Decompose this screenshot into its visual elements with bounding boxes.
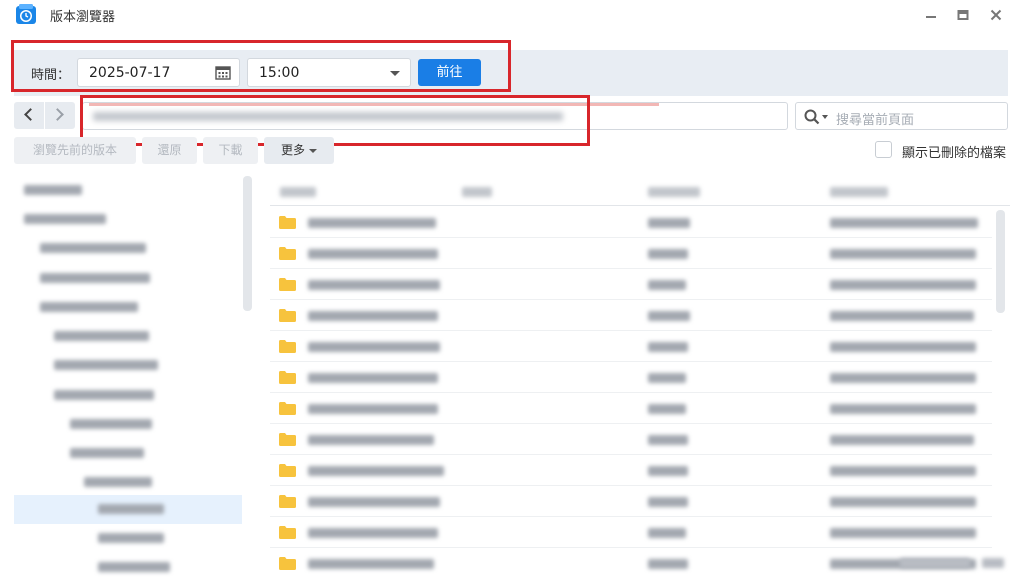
folder-icon: [279, 309, 296, 322]
time-value: 15:00: [259, 65, 300, 81]
tree-item[interactable]: [14, 468, 242, 497]
tree-item[interactable]: [14, 293, 242, 322]
download-button[interactable]: 下載: [203, 137, 258, 164]
window-title: 版本瀏覽器: [50, 10, 116, 25]
table-row[interactable]: [270, 331, 992, 362]
tree-item[interactable]: [14, 205, 242, 234]
folder-icon: [279, 402, 296, 415]
folder-icon: [279, 557, 296, 570]
back-button[interactable]: [14, 102, 44, 129]
tree-item[interactable]: [14, 264, 242, 293]
table-row[interactable]: [270, 238, 992, 269]
tree-item[interactable]: [14, 381, 242, 410]
tree-item-selected[interactable]: [14, 495, 242, 524]
more-button[interactable]: 更多: [264, 137, 334, 164]
search-icon: [804, 109, 820, 125]
table-row[interactable]: [270, 269, 992, 300]
folder-icon: [279, 526, 296, 539]
tree-item[interactable]: [14, 322, 242, 351]
close-icon[interactable]: [984, 4, 1008, 26]
chevron-down-icon: [822, 115, 828, 119]
search-placeholder: 搜尋當前頁面: [836, 113, 915, 128]
folder-icon: [279, 433, 296, 446]
folder-icon: [279, 216, 296, 229]
path-redacted: [93, 112, 563, 121]
folder-icon: [279, 371, 296, 384]
tree-item[interactable]: [14, 439, 242, 468]
browse-previous-versions-button[interactable]: 瀏覽先前的版本: [14, 137, 136, 164]
clock-app-icon: [16, 4, 36, 24]
table-row[interactable]: [270, 517, 992, 548]
time-label: 時間：: [31, 68, 71, 83]
tree-item[interactable]: [14, 524, 242, 553]
show-deleted-checkbox[interactable]: [875, 141, 892, 158]
date-input[interactable]: 2025-07-17: [77, 58, 240, 87]
tree-scrollbar[interactable]: [243, 176, 252, 311]
table-row[interactable]: [270, 300, 992, 331]
table-row[interactable]: [270, 486, 992, 517]
path-progress: [89, 103, 659, 106]
go-button[interactable]: 前往: [418, 59, 481, 86]
folder-icon: [279, 340, 296, 353]
tree-item[interactable]: [14, 553, 242, 582]
chevron-right-icon: [51, 108, 64, 121]
table-scrollbar[interactable]: [996, 210, 1005, 313]
folder-icon: [279, 247, 296, 260]
search-input[interactable]: 搜尋當前頁面: [795, 102, 1008, 130]
folder-tree[interactable]: [14, 176, 254, 587]
show-deleted-label: 顯示已刪除的檔案: [902, 146, 1007, 161]
folder-icon: [279, 464, 296, 477]
tree-item[interactable]: [14, 351, 242, 380]
table-row[interactable]: [270, 362, 992, 393]
table-row[interactable]: [270, 424, 992, 455]
title-bar: 版本瀏覽器: [0, 0, 1024, 30]
restore-button[interactable]: 還原: [142, 137, 197, 164]
folder-icon: [279, 495, 296, 508]
date-value: 2025-07-17: [89, 65, 171, 81]
path-bar[interactable]: [82, 102, 788, 130]
table-header: [270, 176, 1010, 206]
table-row[interactable]: [270, 548, 992, 576]
file-table: [270, 176, 1010, 576]
folder-icon: [279, 278, 296, 291]
pagination-redacted: [900, 557, 1004, 569]
time-select[interactable]: 15:00: [247, 58, 411, 87]
minimize-icon[interactable]: [919, 4, 943, 26]
maximize-icon[interactable]: [951, 4, 975, 26]
chevron-left-icon: [24, 108, 37, 121]
chevron-down-icon: [309, 148, 317, 153]
tree-item[interactable]: [14, 410, 242, 439]
tree-item[interactable]: [14, 234, 242, 263]
table-row[interactable]: [270, 455, 992, 486]
tree-item[interactable]: [14, 176, 242, 205]
forward-button[interactable]: [45, 102, 75, 129]
chevron-down-icon: [390, 71, 400, 76]
table-row[interactable]: [270, 207, 992, 238]
table-row[interactable]: [270, 393, 992, 424]
more-button-label: 更多: [280, 143, 305, 157]
calendar-icon[interactable]: [215, 65, 231, 80]
